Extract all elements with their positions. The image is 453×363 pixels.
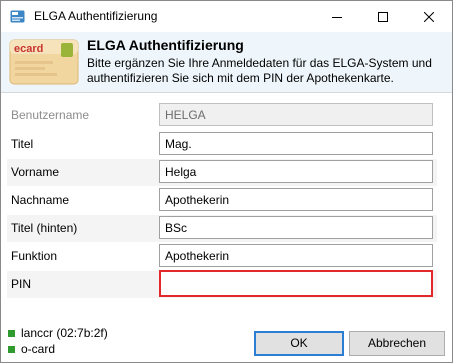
status-item-reader: lanccr (02:7b:2f)	[8, 326, 108, 340]
close-button[interactable]	[406, 1, 452, 32]
ecard-icon: ecard	[9, 39, 79, 85]
maximize-button[interactable]	[360, 1, 406, 32]
firstname-row: Vorname Helga	[7, 159, 437, 186]
header-divider	[1, 92, 452, 93]
function-field[interactable]: Apothekerin	[159, 244, 433, 267]
firstname-field[interactable]: Helga	[159, 160, 433, 183]
header-title: ELGA Authentifizierung	[87, 37, 244, 53]
title-after-field[interactable]: BSc	[159, 216, 433, 239]
maximize-icon	[378, 11, 388, 22]
function-row: Funktion Apothekerin	[7, 243, 437, 270]
function-label: Funktion	[11, 249, 58, 263]
header-description: Bitte ergänzen Sie Ihre Anmeldedaten für…	[87, 56, 432, 85]
lastname-field[interactable]: Apothekerin	[159, 188, 433, 211]
pin-field[interactable]	[159, 270, 433, 297]
username-label: Benutzername	[11, 108, 90, 122]
pin-label: PIN	[11, 277, 32, 291]
title-label: Titel	[11, 137, 34, 151]
minimize-icon	[332, 16, 342, 18]
status-indicator-icon	[8, 329, 15, 337]
minimize-button[interactable]	[314, 1, 360, 32]
status-item-card: o-card	[8, 342, 55, 356]
lastname-row: Nachname Apothekerin	[7, 187, 437, 214]
cancel-button[interactable]: Abbrechen	[349, 331, 445, 356]
ecard-brand: ecard	[14, 43, 43, 55]
title-row: Titel Mag.	[7, 131, 437, 158]
title-bar: ELGA Authentifizierung	[1, 1, 452, 32]
window-title: ELGA Authentifizierung	[34, 9, 158, 23]
dialog-window: ELGA Authentifizierung ecard ELGA Authen…	[0, 0, 453, 363]
firstname-label: Vorname	[11, 165, 60, 179]
app-icon	[10, 10, 25, 23]
title-field[interactable]: Mag.	[159, 132, 433, 155]
title-after-row: Titel (hinten) BSc	[7, 215, 437, 242]
status-indicator-icon	[8, 345, 15, 353]
status-card-text: o-card	[21, 342, 56, 356]
ok-button[interactable]: OK	[254, 331, 344, 356]
close-icon	[424, 11, 434, 22]
pin-row: PIN	[7, 270, 437, 298]
title-after-label: Titel (hinten)	[11, 221, 78, 235]
username-row: Benutzername HELGA	[7, 102, 437, 129]
username-field: HELGA	[159, 103, 433, 126]
lastname-label: Nachname	[11, 193, 70, 207]
status-reader-text: lanccr (02:7b:2f)	[21, 326, 108, 340]
